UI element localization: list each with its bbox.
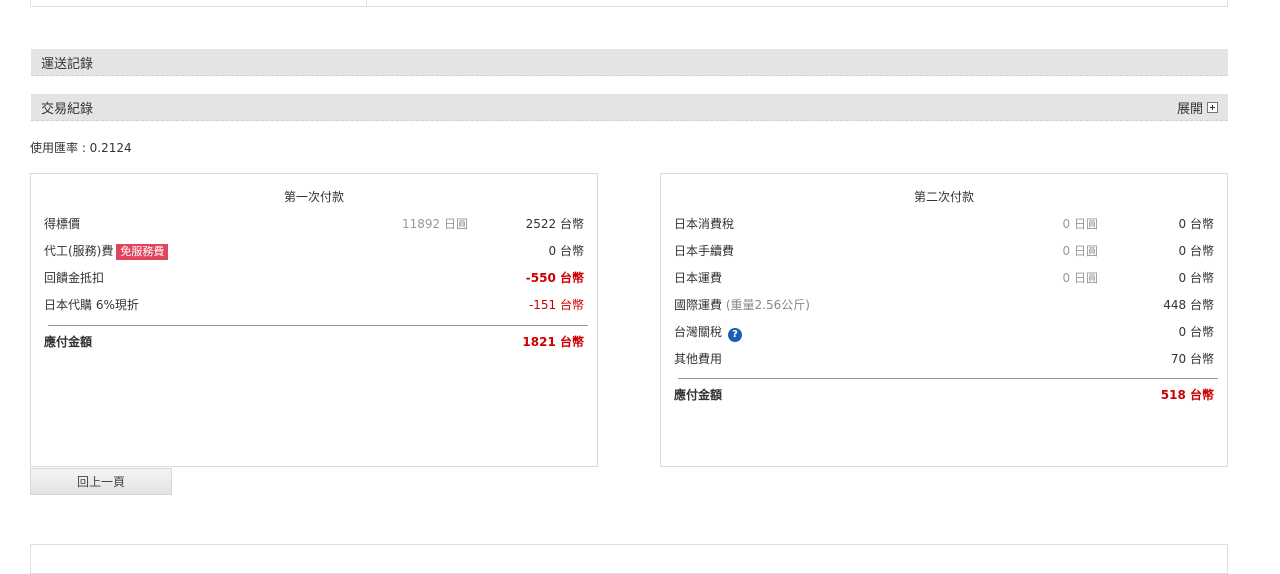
row-label: 台灣關稅? [674, 323, 743, 342]
row-label: 日本運費 [674, 271, 723, 285]
row-jp-consumption-tax: 日本消費稅 0 日圓 0 台幣 [674, 213, 1214, 233]
row-label: 日本手續費 [674, 244, 735, 258]
row-twd: 0 台幣 [1178, 244, 1214, 258]
first-payment-title: 第一次付款 [283, 190, 344, 204]
expand-label: 展開 [1176, 101, 1203, 117]
exchange-rate: 使用匯率 : 0.2124 [30, 141, 132, 155]
weight-note: (重量2.56公斤) [725, 298, 810, 312]
top-panel [30, 0, 1228, 7]
row-label-text: 代工(服務)費 [44, 244, 114, 258]
row-twd: 0 台幣 [1178, 271, 1214, 285]
row-jpy: 0 日圓 [1062, 244, 1098, 258]
row-twd: 70 台幣 [1170, 352, 1214, 366]
total-label: 應付金額 [44, 335, 93, 349]
row-twd: 2522 台幣 [525, 217, 584, 231]
row-label: 日本代購 6%現折 [44, 298, 139, 312]
row-label: 得標價 [44, 217, 81, 231]
trade-record-title: 交易紀錄 [41, 101, 94, 117]
second-payment-card: 第二次付款 日本消費稅 0 日圓 0 台幣 日本手續費 0 日圓 0 台幣 日本… [660, 173, 1228, 467]
plus-icon[interactable] [1207, 101, 1218, 113]
row-jpy: 11892 日圓 [402, 217, 468, 231]
row-label: 其他費用 [674, 352, 723, 366]
row-twd: 0 台幣 [1178, 325, 1214, 339]
total-separator [48, 325, 588, 326]
first-payment-card: 第一次付款 得標價 11892 日圓 2522 台幣 代工(服務)費 免服務費 0… [30, 173, 598, 467]
row-winning-bid: 得標價 11892 日圓 2522 台幣 [44, 213, 584, 233]
row-twd: -151 台幣 [528, 298, 584, 312]
shipping-record-title: 運送記錄 [41, 56, 94, 72]
row-jp-shipping: 日本運費 0 日圓 0 台幣 [674, 267, 1214, 287]
row-other-fees: 其他費用 70 台幣 [674, 348, 1214, 368]
row-total: 應付金額 518 台幣 [674, 384, 1214, 404]
row-twd: 0 台幣 [548, 244, 584, 258]
trade-record-header[interactable]: 交易紀錄 展開 [31, 94, 1228, 121]
row-jp-handling-fee: 日本手續費 0 日圓 0 台幣 [674, 240, 1214, 260]
help-icon[interactable]: ? [728, 328, 743, 342]
row-twd: 448 台幣 [1163, 298, 1214, 312]
row-label-text: 國際運費 [674, 298, 723, 312]
shipping-record-header[interactable]: 運送記錄 [31, 49, 1228, 76]
row-discount: 日本代購 6%現折 -151 台幣 [44, 294, 584, 314]
row-label-text: 台灣關稅 [674, 325, 723, 339]
row-label: 日本消費稅 [674, 217, 735, 231]
row-tw-customs: 台灣關稅? 0 台幣 [674, 321, 1214, 342]
row-total: 應付金額 1821 台幣 [44, 331, 584, 351]
bottom-panel [30, 544, 1228, 574]
total-separator [678, 378, 1218, 379]
total-value: 1821 台幣 [522, 335, 584, 349]
expand-button[interactable]: 展開 [1177, 98, 1218, 117]
row-label: 國際運費 (重量2.56公斤) [674, 296, 810, 313]
row-label: 回饋金抵扣 [44, 271, 105, 285]
total-label: 應付金額 [674, 388, 723, 402]
row-rebate-deduction: 回饋金抵扣 -550 台幣 [44, 267, 584, 287]
row-label: 代工(服務)費 免服務費 [44, 242, 169, 260]
back-button[interactable]: 回上一頁 [30, 468, 172, 495]
row-twd: -550 台幣 [525, 271, 584, 285]
row-service-fee: 代工(服務)費 免服務費 0 台幣 [44, 240, 584, 260]
total-value: 518 台幣 [1160, 388, 1214, 402]
row-jpy: 0 日圓 [1062, 271, 1098, 285]
top-panel-divider [366, 0, 367, 6]
second-payment-title: 第二次付款 [913, 190, 974, 204]
row-intl-shipping: 國際運費 (重量2.56公斤) 448 台幣 [674, 294, 1214, 314]
row-jpy: 0 日圓 [1062, 217, 1098, 231]
row-twd: 0 台幣 [1178, 217, 1214, 231]
free-service-badge: 免服務費 [116, 244, 169, 260]
